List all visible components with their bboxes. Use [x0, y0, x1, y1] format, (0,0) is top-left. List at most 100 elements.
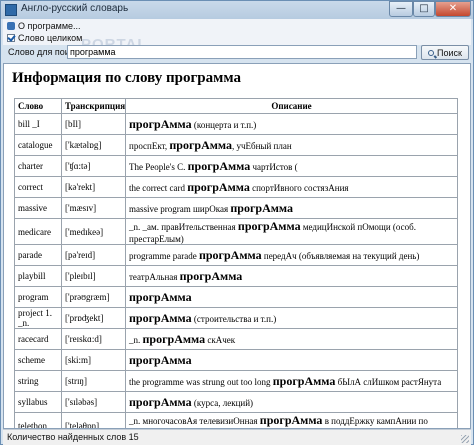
- highlighted-term: прогрАмма: [259, 413, 323, 427]
- header-description: Описание: [125, 98, 458, 114]
- result-panel[interactable]: Информация по слову программа Слово Тран…: [3, 63, 471, 429]
- transcription-cell: [strɪŋ]: [61, 370, 126, 392]
- close-button[interactable]: ✕: [435, 1, 471, 17]
- description-text: скАчек: [205, 334, 236, 345]
- word-cell: playbill: [14, 265, 62, 287]
- table-row: racecard ['reɪskɑ:d] _n. прогрАмма скАчек: [14, 328, 458, 350]
- transcription-cell: ['prɒʤekt]: [61, 307, 126, 329]
- highlighted-term: прогрАмма: [129, 394, 192, 409]
- transcription-cell: [kə'rekt]: [61, 176, 126, 198]
- results-table: Слово Транскрипция Описание bill _I [bIl]…: [14, 98, 458, 428]
- header-word: Слово: [14, 98, 62, 114]
- transcription-cell: ['mæsɪv]: [61, 197, 126, 219]
- highlighted-term: прогрАмма: [179, 268, 243, 283]
- highlighted-term: прогрАмма: [237, 219, 301, 233]
- table-body: bill _I [bIl] прогрАмма (концерта и т.п.) c…: [14, 113, 458, 428]
- word-cell: bill _I: [14, 113, 62, 135]
- table-row: scheme [ski:m] прогрАмма: [14, 349, 458, 371]
- highlighted-term: прогрАмма: [129, 289, 192, 304]
- description-cell: прогрАмма (строительства и т.п.): [125, 307, 458, 329]
- description-text: бЫлА слИшком растЯнута: [335, 376, 442, 387]
- description-text: (курса, лекций): [191, 397, 254, 408]
- word-cell: syllabus: [14, 391, 62, 413]
- word-cell: program: [14, 286, 62, 308]
- word-cell: telethon: [14, 412, 62, 428]
- table-row: bill _I [bIl] прогрАмма (концерта и т.п.): [14, 113, 458, 135]
- status-text: Количество найденных слов 15: [7, 432, 139, 442]
- word-cell: correct: [14, 176, 62, 198]
- highlighted-term: прогрАмма: [129, 116, 192, 131]
- highlighted-term: прогрАмма: [230, 200, 294, 215]
- about-menu-item[interactable]: О программе...: [7, 20, 81, 32]
- app-icon: [5, 4, 17, 16]
- description-text: , учЕбный план: [232, 140, 292, 151]
- about-label: О программе...: [18, 21, 81, 31]
- transcription-cell: ['medɪkeə]: [61, 218, 126, 245]
- maximize-button[interactable]: □: [413, 1, 435, 17]
- description-cell: _n. _ам. правИтельственная прогрАмма мед…: [125, 218, 458, 245]
- transcription-cell: ['prəʊgræm]: [61, 286, 126, 308]
- page-title: Информация по слову программа: [12, 70, 241, 86]
- description-cell: прогрАмма (концерта и т.п.): [125, 113, 458, 135]
- description-text: The People's С.: [129, 161, 188, 172]
- resize-grip-icon[interactable]: [461, 435, 469, 443]
- minimize-button[interactable]: —: [389, 1, 413, 17]
- description-cell: the programme was strung out too long пр…: [125, 370, 458, 392]
- search-input[interactable]: [67, 45, 417, 59]
- search-button-label: Поиск: [437, 47, 462, 58]
- window-title: Англо-русский словарь: [21, 3, 129, 14]
- transcription-cell: ['reɪskɑ:d]: [61, 328, 126, 350]
- description-text: передАч (объявляемая на текущий день): [261, 250, 420, 261]
- description-text: _n. _ам. правИтельственная: [129, 222, 238, 232]
- table-row: playbill ['pleɪbɪl] театрАльная прогрАмма: [14, 265, 458, 287]
- word-cell: catalogue: [14, 134, 62, 156]
- table-row: telethon ['teləθɒn] _n. многочасовАя телев…: [14, 412, 458, 428]
- title-bar[interactable]: Англо-русский словарь — □ ✕: [1, 1, 473, 19]
- description-cell: the correct card прогрАмма спортИвного с…: [125, 176, 458, 198]
- description-cell: проспЕкт, прогрАмма, учЕбный план: [125, 134, 458, 156]
- transcription-cell: ['ʧɑ:tə]: [61, 155, 126, 177]
- description-cell: programme parade прогрАмма передАч (объя…: [125, 244, 458, 266]
- highlighted-term: прогрАмма: [142, 331, 206, 346]
- highlighted-term: прогрАмма: [187, 179, 250, 194]
- transcription-cell: [bIl]: [61, 113, 126, 135]
- word-cell: charter: [14, 155, 62, 177]
- description-text: the programme was strung out too long: [129, 376, 273, 387]
- table-row: string [strɪŋ] the programme was strung ou…: [14, 370, 458, 392]
- table-header-row: Слово Транскрипция Описание: [14, 98, 458, 114]
- description-text: (строительства и т.п.): [191, 313, 277, 324]
- description-cell: театрАльная прогрАмма: [125, 265, 458, 287]
- description-text: massive program ширОкая: [129, 203, 231, 214]
- table-row: massive ['mæsɪv] massive program ширОкая п…: [14, 197, 458, 219]
- transcription-cell: ['kætəlɒg]: [61, 134, 126, 156]
- status-bar: Количество найденных слов 15: [3, 429, 471, 445]
- word-cell: scheme: [14, 349, 62, 371]
- highlighted-term: прогрАмма: [187, 158, 251, 173]
- word-cell: string: [14, 370, 62, 392]
- highlighted-term: прогрАмма: [198, 247, 262, 262]
- table-row: project 1. _n. ['prɒʤekt] прогрАмма (строи…: [14, 307, 458, 329]
- word-cell: racecard: [14, 328, 62, 350]
- table-row: correct [kə'rekt] the correct card прогрАм…: [14, 176, 458, 198]
- description-text: театрАльная: [129, 271, 180, 282]
- description-text: programme parade: [129, 250, 199, 261]
- table-row: charter ['ʧɑ:tə] The People's С. прогрАмма…: [14, 155, 458, 177]
- description-text: the correct card: [129, 182, 188, 193]
- description-cell: прогрАмма (курса, лекций): [125, 391, 458, 413]
- table-row: medicare ['medɪkeə] _n. _ам. правИтельстве…: [14, 218, 458, 245]
- menu-area: О программе... Слово целиком PORTAL: [3, 19, 471, 53]
- whole-word-checkbox[interactable]: Слово целиком: [7, 32, 82, 44]
- header-transcription: Транскрипция: [61, 98, 126, 114]
- search-icon: [428, 49, 435, 56]
- description-text: проспЕкт,: [129, 140, 170, 151]
- search-button[interactable]: Поиск: [421, 45, 469, 60]
- info-icon: [7, 22, 15, 30]
- description-cell: _n. прогрАмма скАчек: [125, 328, 458, 350]
- highlighted-term: прогрАмма: [272, 373, 336, 388]
- description-cell: прогрАмма: [125, 349, 458, 371]
- highlighted-term: прогрАмма: [129, 310, 192, 325]
- word-cell: massive: [14, 197, 62, 219]
- checkbox-checked-icon[interactable]: [7, 34, 15, 42]
- transcription-cell: [ski:m]: [61, 349, 126, 371]
- table-row: catalogue ['kætəlɒg] проспЕкт, прогрАмма, …: [14, 134, 458, 156]
